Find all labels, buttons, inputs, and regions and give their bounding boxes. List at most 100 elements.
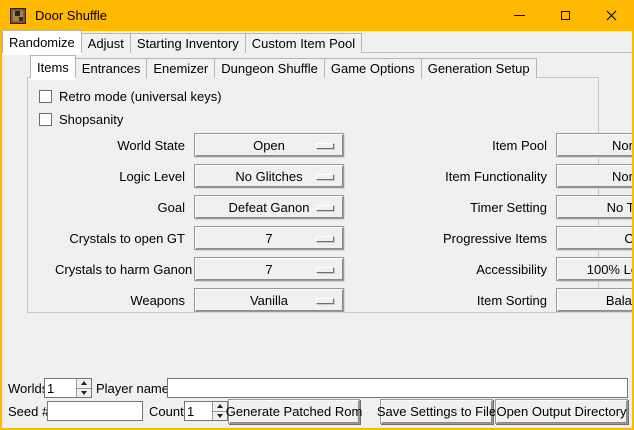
logic-level-label: Logic Level bbox=[55, 169, 194, 184]
arrow-down-icon bbox=[217, 414, 223, 418]
worlds-label: Worlds bbox=[8, 381, 48, 396]
progressive-items-label: Progressive Items bbox=[443, 231, 556, 246]
crystals-gt-dropdown[interactable]: 7 bbox=[194, 226, 344, 250]
close-button[interactable] bbox=[588, 0, 634, 31]
item-sorting-row: Item Sorting Balanced bbox=[443, 288, 634, 312]
item-functionality-dropdown[interactable]: Normal bbox=[556, 164, 634, 188]
player-names-label: Player names bbox=[96, 381, 175, 396]
window-controls bbox=[496, 0, 634, 31]
weapons-row: Weapons Vanilla bbox=[55, 288, 344, 312]
timer-setting-dropdown[interactable]: No Timer bbox=[556, 195, 634, 219]
worlds-spin-buttons bbox=[76, 379, 91, 397]
logic-level-value: No Glitches bbox=[235, 169, 302, 184]
accessibility-label: Accessibility bbox=[443, 262, 556, 277]
maximize-icon bbox=[561, 11, 570, 20]
world-state-value: Open bbox=[253, 138, 285, 153]
arrow-down-icon bbox=[81, 391, 87, 395]
shopsanity-row: Shopsanity bbox=[39, 111, 123, 127]
door-shuffle-window: Door Shuffle Randomize Adjust Starting I… bbox=[0, 0, 634, 430]
tab-entrances[interactable]: Entrances bbox=[76, 58, 148, 78]
main-tab-bar: Randomize Adjust Starting Inventory Cust… bbox=[2, 32, 362, 53]
dropdown-slot-icon bbox=[316, 205, 334, 211]
item-pool-value: Normal bbox=[612, 138, 634, 153]
world-state-row: World State Open bbox=[55, 133, 344, 157]
item-pool-row: Item Pool Normal bbox=[443, 133, 634, 157]
retro-mode-checkbox[interactable] bbox=[39, 90, 52, 103]
dropdown-slot-icon bbox=[316, 143, 334, 149]
generate-patched-rom-button[interactable]: Generate Patched Rom bbox=[228, 399, 360, 424]
progressive-items-dropdown[interactable]: On bbox=[556, 226, 634, 250]
minimize-icon bbox=[514, 15, 525, 16]
crystals-ganon-row: Crystals to harm Ganon 7 bbox=[55, 257, 344, 281]
tab-custom-item-pool[interactable]: Custom Item Pool bbox=[246, 33, 362, 53]
crystals-ganon-label: Crystals to harm Ganon bbox=[55, 262, 194, 277]
worlds-spin-down-button[interactable] bbox=[77, 389, 91, 398]
crystals-gt-label: Crystals to open GT bbox=[55, 231, 194, 246]
shopsanity-label: Shopsanity bbox=[59, 112, 123, 127]
crystals-gt-row: Crystals to open GT 7 bbox=[55, 226, 344, 250]
tab-generation-setup[interactable]: Generation Setup bbox=[422, 58, 537, 78]
crystals-gt-value: 7 bbox=[265, 231, 272, 246]
count-input[interactable] bbox=[185, 402, 212, 420]
weapons-value: Vanilla bbox=[250, 293, 288, 308]
minimize-button[interactable] bbox=[496, 0, 542, 31]
player-names-input[interactable] bbox=[167, 378, 628, 398]
item-pool-label: Item Pool bbox=[443, 138, 556, 153]
save-settings-button[interactable]: Save Settings to File bbox=[380, 399, 493, 424]
options-column-right: Item Pool Normal Item Functionality Norm… bbox=[443, 133, 634, 319]
timer-setting-value: No Timer bbox=[607, 200, 634, 215]
goal-value: Defeat Ganon bbox=[229, 200, 310, 215]
logic-level-row: Logic Level No Glitches bbox=[55, 164, 344, 188]
shopsanity-checkbox[interactable] bbox=[39, 113, 52, 126]
window-border-left bbox=[0, 0, 2, 430]
goal-label: Goal bbox=[55, 200, 194, 215]
item-pool-dropdown[interactable]: Normal bbox=[556, 133, 634, 157]
world-state-dropdown[interactable]: Open bbox=[194, 133, 344, 157]
worlds-spin-up-button[interactable] bbox=[77, 379, 91, 389]
arrow-up-icon bbox=[217, 404, 223, 408]
world-state-label: World State bbox=[55, 138, 194, 153]
item-functionality-label: Item Functionality bbox=[443, 169, 556, 184]
worlds-input[interactable] bbox=[45, 379, 76, 397]
item-sorting-label: Item Sorting bbox=[443, 293, 556, 308]
options-column-left: World State Open Logic Level No Glitches… bbox=[55, 133, 344, 319]
door-icon bbox=[10, 8, 26, 24]
item-sorting-value: Balanced bbox=[606, 293, 634, 308]
item-functionality-row: Item Functionality Normal bbox=[443, 164, 634, 188]
accessibility-row: Accessibility 100% Locations bbox=[443, 257, 634, 281]
seed-input[interactable] bbox=[47, 401, 143, 421]
open-output-directory-button[interactable]: Open Output Directory bbox=[495, 399, 628, 424]
tab-game-options[interactable]: Game Options bbox=[325, 58, 422, 78]
retro-mode-label: Retro mode (universal keys) bbox=[59, 89, 222, 104]
dropdown-slot-icon bbox=[316, 174, 334, 180]
goal-dropdown[interactable]: Defeat Ganon bbox=[194, 195, 344, 219]
tab-starting-inventory[interactable]: Starting Inventory bbox=[131, 33, 246, 53]
timer-setting-label: Timer Setting bbox=[443, 200, 556, 215]
dropdown-slot-icon bbox=[316, 298, 334, 304]
seed-label: Seed # bbox=[8, 404, 49, 419]
title-bar: Door Shuffle bbox=[0, 0, 634, 31]
item-functionality-value: Normal bbox=[612, 169, 634, 184]
logic-level-dropdown[interactable]: No Glitches bbox=[194, 164, 344, 188]
goal-row: Goal Defeat Ganon bbox=[55, 195, 344, 219]
tab-adjust[interactable]: Adjust bbox=[82, 33, 131, 53]
weapons-label: Weapons bbox=[55, 293, 194, 308]
tab-dungeon-shuffle[interactable]: Dungeon Shuffle bbox=[215, 58, 325, 78]
close-icon bbox=[606, 10, 617, 21]
timer-setting-row: Timer Setting No Timer bbox=[443, 195, 634, 219]
count-spinbox[interactable] bbox=[184, 401, 228, 421]
items-tab-panel: Retro mode (universal keys) Shopsanity W… bbox=[27, 77, 599, 313]
arrow-up-icon bbox=[81, 381, 87, 385]
maximize-button[interactable] bbox=[542, 0, 588, 31]
item-sorting-dropdown[interactable]: Balanced bbox=[556, 288, 634, 312]
tab-randomize[interactable]: Randomize bbox=[2, 30, 82, 53]
sub-tab-bar: Items Entrances Enemizer Dungeon Shuffle… bbox=[30, 57, 537, 78]
weapons-dropdown[interactable]: Vanilla bbox=[194, 288, 344, 312]
tab-items[interactable]: Items bbox=[30, 55, 76, 78]
window-title: Door Shuffle bbox=[35, 8, 107, 23]
crystals-ganon-dropdown[interactable]: 7 bbox=[194, 257, 344, 281]
accessibility-dropdown[interactable]: 100% Locations bbox=[556, 257, 634, 281]
tab-enemizer[interactable]: Enemizer bbox=[147, 58, 215, 78]
progressive-items-row: Progressive Items On bbox=[443, 226, 634, 250]
worlds-spinbox[interactable] bbox=[44, 378, 92, 398]
